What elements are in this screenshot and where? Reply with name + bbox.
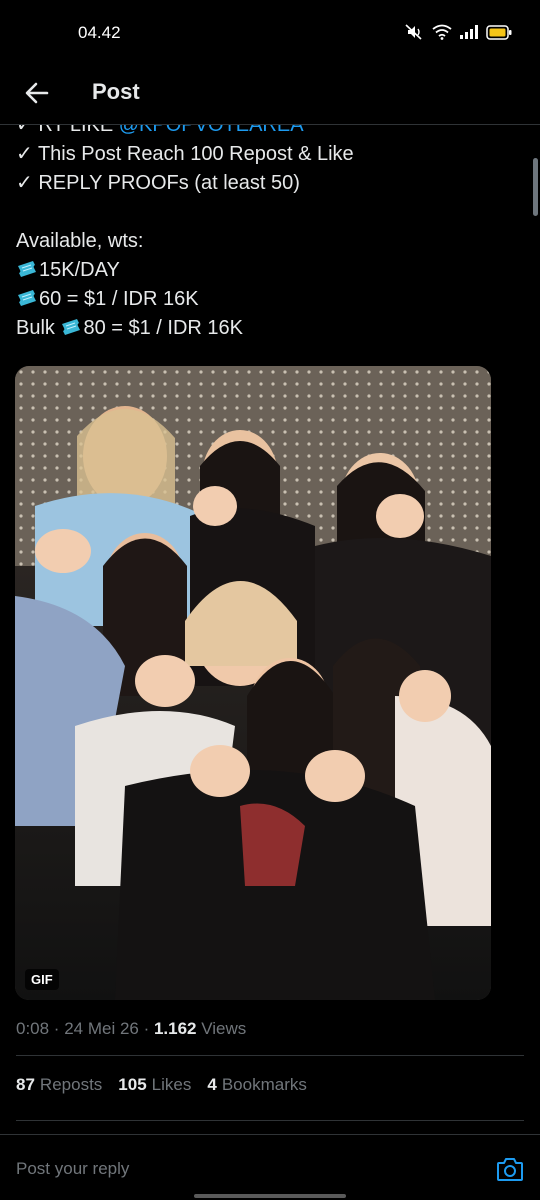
post-line: ✓ RT LIKE @KPOPVOTEAREA: [16, 125, 516, 140]
post-detail[interactable]: ✓ RT LIKE @KPOPVOTEAREA ✓ This Post Reac…: [0, 125, 540, 1135]
battery-icon: [486, 24, 512, 40]
views-count: 1.162: [153, 1019, 197, 1038]
camera-icon[interactable]: [496, 1156, 524, 1182]
home-indicator: [194, 1194, 346, 1198]
app-header: Post: [0, 66, 540, 124]
status-time: 04.42: [78, 23, 121, 42]
page-title: Post: [92, 79, 140, 104]
post-media-gif[interactable]: GIF: [15, 366, 491, 1000]
reposts-stat[interactable]: 87 Reposts: [16, 1075, 102, 1095]
scrollbar-thumb[interactable]: [533, 158, 538, 216]
divider: [16, 1055, 524, 1056]
ticket-icon: [18, 261, 36, 277]
ticket-icon: [18, 290, 36, 306]
gif-image: [15, 366, 491, 1000]
post-meta: 0:08 · 24 Mei 26 · 1.162 Views: [16, 1019, 246, 1039]
offer-line: 60 = $1 / IDR 16K: [16, 285, 516, 314]
post-stats: 87 Reposts 105 Likes 4 Bookmarks: [16, 1075, 307, 1095]
status-icons: [404, 24, 512, 40]
wifi-icon: [432, 24, 452, 40]
header-divider: [0, 124, 540, 125]
reply-input[interactable]: Post your reply: [16, 1159, 129, 1179]
mute-icon: [405, 24, 422, 40]
likes-stat[interactable]: 105 Likes: [118, 1075, 191, 1095]
post-line: ✓ This Post Reach 100 Repost & Like: [16, 143, 354, 165]
post-text: ✓ RT LIKE @KPOPVOTEAREA ✓ This Post Reac…: [16, 125, 516, 343]
available-label: Available, wts:: [16, 230, 144, 252]
post-line: ✓ REPLY PROOFs (at least 50): [16, 172, 300, 194]
offer-line: 15K/DAY: [16, 256, 516, 285]
divider: [16, 1120, 524, 1121]
signal-icon: [460, 25, 478, 39]
post-timestamp: 0:08 · 24 Mei 26 ·: [16, 1019, 154, 1038]
reply-composer[interactable]: Post your reply: [0, 1134, 540, 1200]
gif-badge: GIF: [25, 969, 59, 990]
arrow-left-icon[interactable]: [20, 76, 54, 110]
status-bar: 04.42: [0, 0, 540, 66]
ticket-icon: [62, 319, 81, 335]
views-label: Views: [196, 1019, 247, 1038]
bookmarks-stat[interactable]: 4 Bookmarks: [207, 1075, 307, 1095]
mention-link[interactable]: @KPOPVOTEAREA: [119, 125, 304, 136]
offer-line: Bulk 80 = $1 / IDR 16K: [16, 317, 244, 339]
